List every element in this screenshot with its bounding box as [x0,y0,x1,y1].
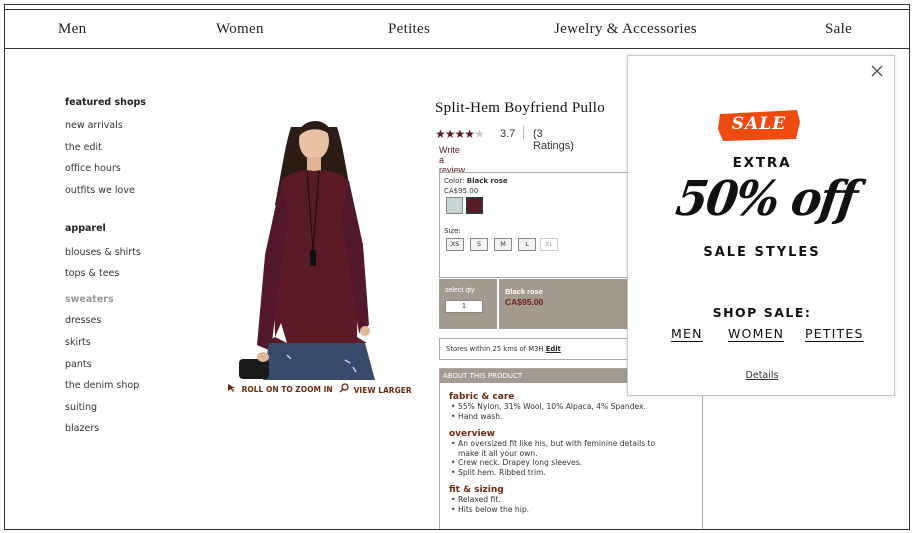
color-swatch-black-rose[interactable] [466,197,483,214]
fabric-bullet: 55% Nylon, 31% Wool, 10% Alpaca, 4% Span… [451,402,646,411]
fit-heading: fit & sizing [449,485,504,495]
rating-count[interactable]: (3 Ratings) [533,128,574,152]
sale-popup: SALE EXTRA 50% off SALE STYLES SHOP SALE… [627,55,895,396]
close-icon[interactable] [870,64,884,78]
sidebar-item-suiting[interactable]: suiting [65,402,97,413]
size-l-button[interactable]: L [518,238,536,251]
product-title: Split-Hem Boyfriend Pullo [435,100,605,116]
shop-sale-heading: SHOP SALE: [712,305,812,320]
stores-text: Stores within 25 kms of M3H [446,345,544,353]
sale-badge: SALE [717,108,801,142]
nav-petites[interactable]: Petites [388,21,430,38]
popup-women-link[interactable]: WOMEN [728,327,785,342]
overview-bullet: Crew neck. Drapey long sleeves. [451,458,582,467]
qty-label: select qty [445,287,475,294]
qty-cell: select qty 1 [439,279,499,329]
size-m-button[interactable]: M [494,238,512,251]
fabric-heading: fabric & care [449,392,515,402]
popup-men-link[interactable]: MEN [671,327,703,342]
color-label-row: Color: Black rose [444,177,508,185]
size-label: Size: [444,227,461,235]
sidebar-item-denim[interactable]: the denim shop [65,380,139,391]
nav-jewelry-accessories[interactable]: Jewelry & Accessories [554,21,697,38]
page-frame: Men Women Petites Jewelry & Accessories … [4,4,910,530]
sidebar-item-blouses[interactable]: blouses & shirts [65,247,141,258]
write-review-link[interactable]: Write a review [439,145,465,175]
overview-bullet: An oversized fit like his, but with femi… [451,439,655,448]
sidebar-heading-apparel: apparel [65,223,106,234]
sale-badge-text: SALE [731,114,787,134]
sidebar-item-tops[interactable]: tops & tees [65,268,119,279]
details-row: Details [628,370,896,381]
zoom-cursor-icon [227,383,237,392]
color-value: Black rose [466,177,508,185]
fabric-bullet: Hand wash. [451,412,503,421]
sidebar-item-new-arrivals[interactable]: new arrivals [65,120,123,131]
promo-sale-styles: SALE STYLES [703,245,821,260]
fit-bullet: Relaxed fit. [451,495,501,504]
sidebar-item-blazers[interactable]: blazers [65,423,99,434]
nav-men[interactable]: Men [58,21,86,38]
product-image[interactable] [235,105,395,380]
buy-bar: select qty 1 Black rose CA$95.00 [439,279,631,329]
sidebar-item-the-edit[interactable]: the edit [65,142,102,153]
sidebar-item-outfits[interactable]: outfits we love [65,185,135,196]
selected-price: CA$95.00 [505,297,544,307]
rating-divider [523,126,524,139]
sidebar-item-office-hours[interactable]: office hours [65,163,121,174]
view-larger-label: VIEW LARGER [353,386,412,395]
top-nav: Men Women Petites Jewelry & Accessories … [5,9,909,49]
overview-bullet: Split hem. Ribbed trim. [451,468,546,477]
rating-stars: ★★★★★ [435,127,485,141]
option-price: CA$95.00 [444,187,479,195]
sidebar-item-skirts[interactable]: skirts [65,337,91,348]
sidebar-item-sweaters[interactable]: sweaters [65,294,114,305]
size-xs-button[interactable]: XS [446,238,464,251]
qty-select[interactable]: 1 [445,300,483,313]
model-illustration [239,120,375,380]
details-link[interactable]: Details [746,370,779,381]
rating-value: 3.7 [500,128,516,140]
overview-bullet-continued: make it all your own. [458,449,538,458]
nav-women[interactable]: Women [216,21,264,38]
store-availability: Stores within 25 kms of M3H Edit [439,338,631,360]
magnifier-icon [339,383,349,393]
overview-heading: overview [449,429,495,439]
fit-bullet: Hits below the hip. [451,505,529,514]
color-swatch-light[interactable] [446,197,463,214]
zoom-tool[interactable]: ROLL ON TO ZOOM IN [227,383,333,394]
stores-edit-link[interactable]: Edit [546,345,561,353]
zoom-label: ROLL ON TO ZOOM IN [241,385,333,394]
promo-extra: EXTRA [732,155,792,171]
color-label: Color: [444,177,465,185]
product-options: Color: Black rose CA$95.00 Size: XS S M … [439,172,631,278]
size-s-button[interactable]: S [470,238,488,251]
size-xl-button[interactable]: XL [540,238,558,251]
selected-color: Black rose [505,287,543,296]
sidebar-heading-featured: featured shops [65,97,146,108]
popup-petites-link[interactable]: PETITES [805,327,864,342]
sidebar-item-pants[interactable]: pants [65,359,92,370]
view-larger-link[interactable]: VIEW LARGER [339,383,412,395]
sidebar-item-dresses[interactable]: dresses [65,315,101,326]
promo-discount: 50% off [672,171,860,227]
nav-sale[interactable]: Sale [825,21,852,38]
